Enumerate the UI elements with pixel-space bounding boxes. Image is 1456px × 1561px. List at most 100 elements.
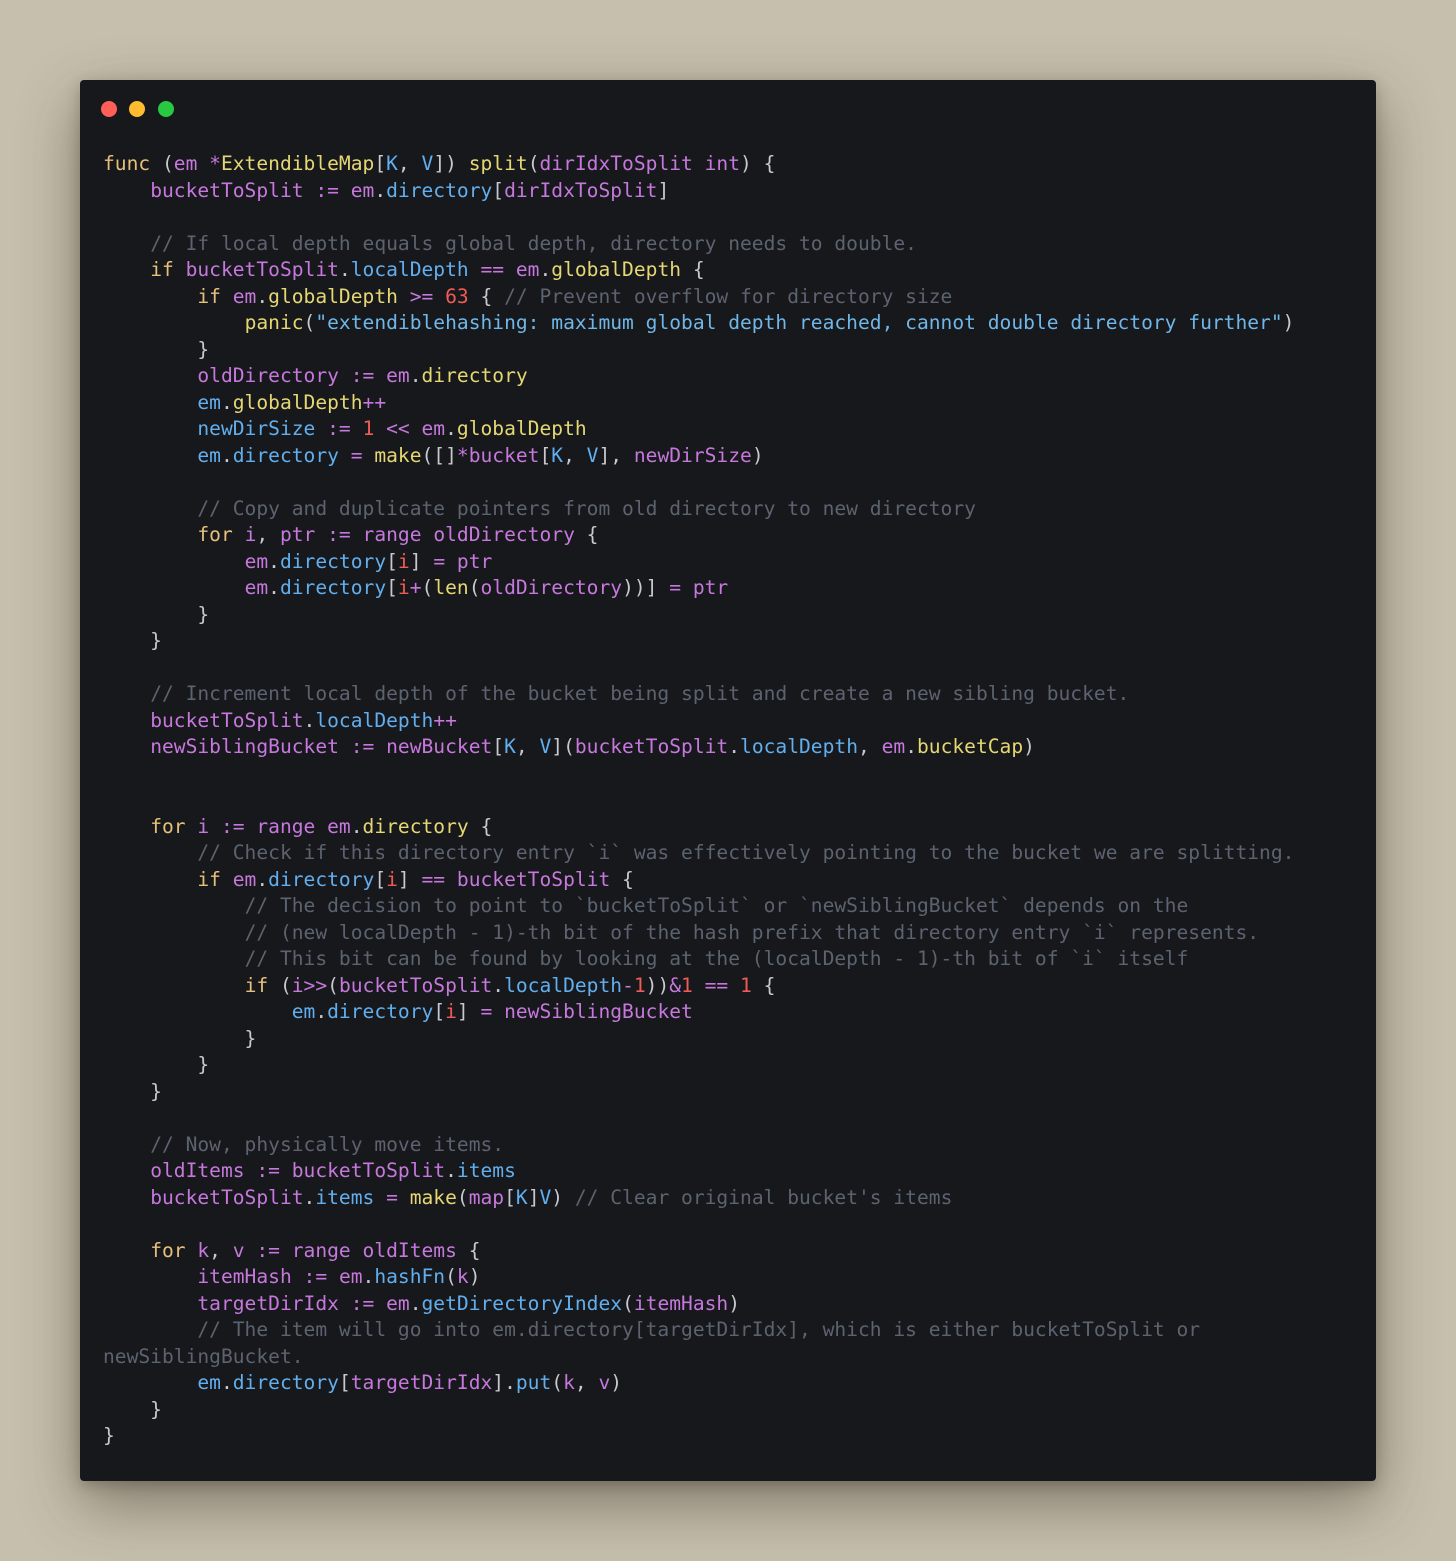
code-token: directory [362,814,469,838]
code-line: newSiblingBucket. [103,1344,1294,1371]
minimize-window-button[interactable] [129,101,145,117]
code-token: { [751,973,776,997]
code-token: . [409,1291,422,1315]
code-token: * [209,152,221,175]
code-token: v [232,1238,245,1262]
code-line: } [103,1423,1294,1450]
code-token: oldDirectory [433,523,575,546]
code-token: 1 [740,973,752,997]
code-token: { [610,867,634,891]
code-token: ( [456,1185,469,1209]
code-line: bucketToSplit := em.directory[dirIdxToSp… [103,178,1294,205]
code-token: } [103,629,162,652]
code-token: range [291,1238,351,1262]
code-line: panic("extendiblehashing: maximum global… [103,310,1295,337]
code-token: . [338,258,351,281]
close-window-button[interactable] [101,101,117,117]
code-token: } [103,1026,257,1050]
code-token: := [220,814,245,838]
code-token: } [103,1053,210,1076]
code-token: ++ [362,390,387,414]
code-token: em [244,576,269,599]
code-token: // If local depth equals global depth, d… [150,231,917,255]
code-token: ]. [492,1371,516,1394]
code-token: } [103,602,210,626]
code-token: oldItems [150,1159,245,1182]
code-token: , [563,443,587,467]
code-token: items [456,1159,516,1182]
code-line: newSiblingBucket := newBucket[K, V](buck… [103,734,1294,761]
code-token: := [327,523,351,546]
code-token: . [445,1159,457,1182]
code-token: em [350,178,375,202]
code-token: ) [751,443,764,467]
code-token: ( [527,152,540,175]
code-token: ] [527,1185,540,1209]
code-line: } [103,1397,1294,1424]
code-token: ] [397,867,422,891]
code-token: [ [374,867,387,891]
code-token: em [232,284,257,308]
code-token: == [704,973,729,997]
code-line: newDirSize := 1 << em.globalDepth [103,416,1294,443]
code-token: directory [327,1000,434,1023]
code-token: localDepth [740,735,858,758]
code-token: V [421,152,434,175]
code-token: { [468,814,493,838]
code-token: targetDirIdx [350,1371,493,1394]
code-token: em [881,735,906,758]
code-token: := [350,1291,375,1315]
code-line: // (new localDepth - 1)-th bit of the ha… [103,920,1294,947]
code-token: bucketToSplit [150,1185,304,1209]
code-token: V [586,443,599,467]
code-line: } [103,602,1294,629]
code-token: , [515,735,540,758]
code-token: ]( [551,735,575,758]
code-token: . [492,973,505,997]
code-token: // (new localDepth - 1)-th bit of the ha… [244,920,1260,944]
code-token: i [291,973,304,997]
code-token: ) [468,1265,481,1288]
code-token: := [303,1265,328,1288]
zoom-window-button[interactable] [158,101,174,117]
code-token: if [197,867,221,891]
code-token: split [468,152,528,175]
code-token: globalDepth [232,390,363,414]
code-token: // Increment local depth of the bucket b… [150,682,1130,705]
code-token: [ [504,1185,516,1209]
code-token: ) { [740,152,776,175]
code-token: localDepth [350,258,469,281]
code-token: ++ [433,708,457,732]
code-token: ( [421,576,434,599]
code-line: func (em *ExtendibleMap[K, V]) split(dir… [103,151,1294,178]
code-token: [ [492,735,505,758]
code-token: itemHash [633,1291,729,1315]
code-token: getDirectoryIndex [421,1291,623,1315]
code-token: newSiblingBucket [150,735,339,758]
